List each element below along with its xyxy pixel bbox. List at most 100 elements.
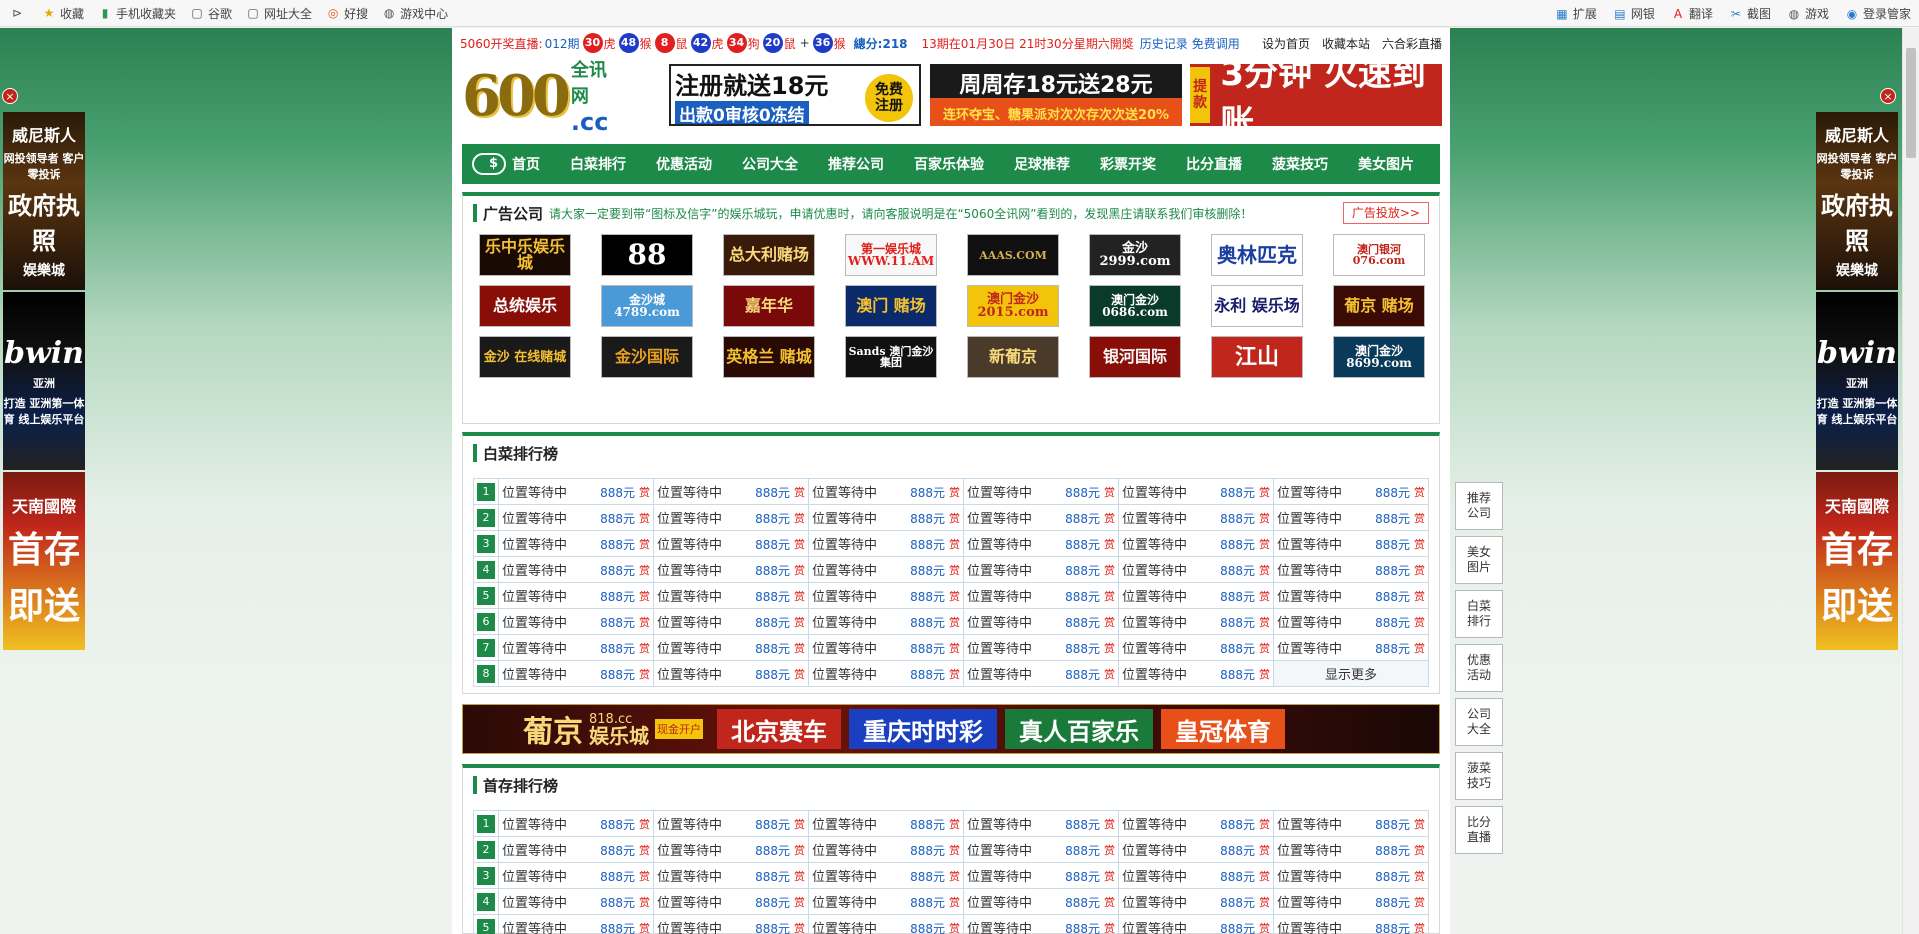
rank-cell[interactable]: 位置等待中 888元赏	[1273, 478, 1429, 505]
rank-cell[interactable]: 位置等待中 888元赏	[1118, 504, 1274, 531]
rank-cell[interactable]: 位置等待中 888元赏	[808, 582, 964, 609]
company-logo[interactable]: 英格兰 赌城	[723, 336, 815, 378]
nav-item-3[interactable]: 公司大全	[727, 154, 813, 174]
rank-cell[interactable]: 位置等待中 888元赏	[653, 888, 809, 915]
rank-cell[interactable]: 位置等待中 888元赏	[808, 504, 964, 531]
history-link[interactable]: 历史记录	[1140, 35, 1188, 52]
toolbar-item-right-3[interactable]: ✂ 截图	[1729, 5, 1771, 22]
nav-item-10[interactable]: 美女图片	[1343, 154, 1429, 174]
side-nav-item[interactable]: 比分直播	[1455, 806, 1503, 854]
toolbar-item-right-5[interactable]: ◉ 登录管家	[1845, 5, 1911, 22]
side-nav-item[interactable]: 推荐公司	[1455, 482, 1503, 530]
rank-cell[interactable]: 位置等待中 888元赏	[498, 504, 654, 531]
rank-cell[interactable]: 位置等待中 888元赏	[963, 660, 1119, 687]
rank-cell[interactable]: 位置等待中 888元赏	[1118, 634, 1274, 661]
toolbar-item-left-4[interactable]: ▢ 网址大全	[246, 5, 312, 22]
rank-cell[interactable]: 位置等待中 888元赏	[498, 660, 654, 687]
rank-cell[interactable]: 位置等待中 888元赏	[808, 660, 964, 687]
right-float-ads[interactable]: 威尼斯人 网投领导者 客户零投诉 政府执照 娱樂城 bwin 亚洲 打造 亚洲第一体育 线上…	[1816, 112, 1898, 652]
company-logo[interactable]: Sands 澳门金沙集团	[845, 336, 937, 378]
weekly-deposit-banner[interactable]: 周周存18元送28元 连环夺宝、糖果派对次次存次次送20%	[930, 64, 1182, 126]
company-logo[interactable]: 澳门金沙 8699.com	[1333, 336, 1425, 378]
nav-item-1[interactable]: 白菜排行	[555, 154, 641, 174]
rank-cell[interactable]: 位置等待中 888元赏	[1273, 504, 1429, 531]
rank-cell[interactable]: 位置等待中 888元赏	[1273, 810, 1429, 837]
mid-banner-item[interactable]: 皇冠体育	[1161, 709, 1285, 749]
rank-cell[interactable]: 位置等待中 888元赏	[963, 836, 1119, 863]
nav-item-8[interactable]: 比分直播	[1171, 154, 1257, 174]
company-logo[interactable]: 总大利赌场	[723, 234, 815, 276]
rank-cell[interactable]: 位置等待中 888元赏	[653, 914, 809, 934]
scrollbar-thumb[interactable]	[1906, 48, 1916, 158]
rank-cell[interactable]: 位置等待中 888元赏	[963, 888, 1119, 915]
rank-cell[interactable]: 位置等待中 888元赏	[498, 582, 654, 609]
bookmark-link[interactable]: 收藏本站	[1322, 35, 1370, 52]
rank-cell[interactable]: 位置等待中 888元赏	[653, 478, 809, 505]
rank-cell[interactable]: 位置等待中 888元赏	[808, 914, 964, 934]
float-ad[interactable]: 威尼斯人 网投领导者 客户零投诉 政府执照 娱樂城	[1816, 112, 1898, 290]
toolbar-item-left-0[interactable]: ⊳	[10, 6, 28, 20]
company-logo[interactable]: 金沙 2999.com	[1089, 234, 1181, 276]
rank-cell[interactable]: 位置等待中 888元赏	[1118, 556, 1274, 583]
ad-placement-button[interactable]: 广告投放>>	[1342, 202, 1429, 224]
nav-item-6[interactable]: 足球推荐	[999, 154, 1085, 174]
rank-cell[interactable]: 位置等待中 888元赏	[963, 556, 1119, 583]
side-nav-item[interactable]: 优惠活动	[1455, 644, 1503, 692]
rank-cell[interactable]: 位置等待中 888元赏	[1118, 478, 1274, 505]
toolbar-item-right-1[interactable]: ▤ 网银	[1613, 5, 1655, 22]
nav-item-5[interactable]: 百家乐体验	[899, 154, 999, 174]
toolbar-item-left-5[interactable]: ◎ 好搜	[326, 5, 368, 22]
rank-cell[interactable]: 位置等待中 888元赏	[963, 608, 1119, 635]
rank-cell[interactable]: 位置等待中 888元赏	[1273, 608, 1429, 635]
company-logo[interactable]: 澳门金沙 0686.com	[1089, 285, 1181, 327]
float-ad[interactable]: bwin 亚洲 打造 亚洲第一体育 线上娱乐平台	[1816, 292, 1898, 470]
company-logo[interactable]: 新葡京	[967, 336, 1059, 378]
rank-cell[interactable]: 位置等待中 888元赏	[1273, 888, 1429, 915]
pujing-banner[interactable]: 葡京 818.cc 娱乐城 现金开户 北京赛车 重庆时时彩 真人百家乐 皇冠体育	[462, 704, 1440, 754]
float-ad[interactable]: 天南國際 首存 即送	[3, 472, 85, 650]
company-logo[interactable]: 嘉年华	[723, 285, 815, 327]
rank-cell[interactable]: 位置等待中 888元赏	[498, 888, 654, 915]
rank-cell[interactable]: 位置等待中 888元赏	[1118, 862, 1274, 889]
rank-cell[interactable]: 位置等待中 888元赏	[808, 608, 964, 635]
rank-cell[interactable]: 位置等待中 888元赏	[653, 608, 809, 635]
toolbar-item-left-2[interactable]: ▮ 手机收藏夹	[98, 5, 176, 22]
close-right-ad-icon[interactable]: ×	[1880, 88, 1896, 104]
company-logo[interactable]: 总统娱乐	[479, 285, 571, 327]
rank-cell[interactable]: 位置等待中 888元赏	[653, 634, 809, 661]
rank-cell[interactable]: 位置等待中 888元赏	[963, 582, 1119, 609]
side-nav-item[interactable]: 公司大全	[1455, 698, 1503, 746]
side-nav-item[interactable]: 白菜排行	[1455, 590, 1503, 638]
rank-cell[interactable]: 位置等待中 888元赏	[653, 530, 809, 557]
rank-cell[interactable]: 位置等待中 888元赏	[653, 660, 809, 687]
free-link[interactable]: 免费调用	[1192, 35, 1240, 52]
rank-cell[interactable]: 位置等待中 888元赏	[1118, 530, 1274, 557]
nav-item-2[interactable]: 优惠活动	[641, 154, 727, 174]
rank-cell[interactable]: 位置等待中 888元赏	[808, 810, 964, 837]
float-ad[interactable]: 天南國際 首存 即送	[1816, 472, 1898, 650]
rank-cell[interactable]: 位置等待中 888元赏	[1273, 836, 1429, 863]
nav-item-7[interactable]: 彩票开奖	[1085, 154, 1171, 174]
rank-cell[interactable]: 位置等待中 888元赏	[963, 504, 1119, 531]
rank-cell[interactable]: 位置等待中 888元赏	[498, 634, 654, 661]
company-logo[interactable]: 葡京 赌场	[1333, 285, 1425, 327]
mark-six-live-link[interactable]: 六合彩直播	[1382, 35, 1442, 52]
rank-cell[interactable]: 位置等待中 888元赏	[498, 478, 654, 505]
company-logo[interactable]: 金沙国际	[601, 336, 693, 378]
company-logo[interactable]: 金沙城 4789.com	[601, 285, 693, 327]
company-logo[interactable]: 澳门金沙 2015.com	[967, 285, 1059, 327]
company-logo[interactable]: 奥林匹克	[1211, 234, 1303, 276]
rank-cell[interactable]: 位置等待中 888元赏	[653, 504, 809, 531]
rank-cell[interactable]: 位置等待中 888元赏	[498, 530, 654, 557]
company-logo[interactable]: 澳门 赌场	[845, 285, 937, 327]
scrollbar[interactable]	[1902, 28, 1919, 934]
nav-item-0[interactable]: $ 首页	[462, 153, 555, 175]
rank-cell[interactable]: 位置等待中 888元赏	[1273, 862, 1429, 889]
site-logo[interactable]: 600 全讯网 .cc	[462, 60, 620, 132]
rank-cell[interactable]: 位置等待中 888元赏	[653, 556, 809, 583]
rank-cell[interactable]: 位置等待中 888元赏	[1273, 634, 1429, 661]
rank-cell[interactable]: 位置等待中 888元赏	[653, 862, 809, 889]
float-ad[interactable]: bwin 亚洲 打造 亚洲第一体育 线上娱乐平台	[3, 292, 85, 470]
rank-cell[interactable]: 位置等待中 888元赏	[963, 634, 1119, 661]
rank-cell[interactable]: 位置等待中 888元赏	[808, 530, 964, 557]
